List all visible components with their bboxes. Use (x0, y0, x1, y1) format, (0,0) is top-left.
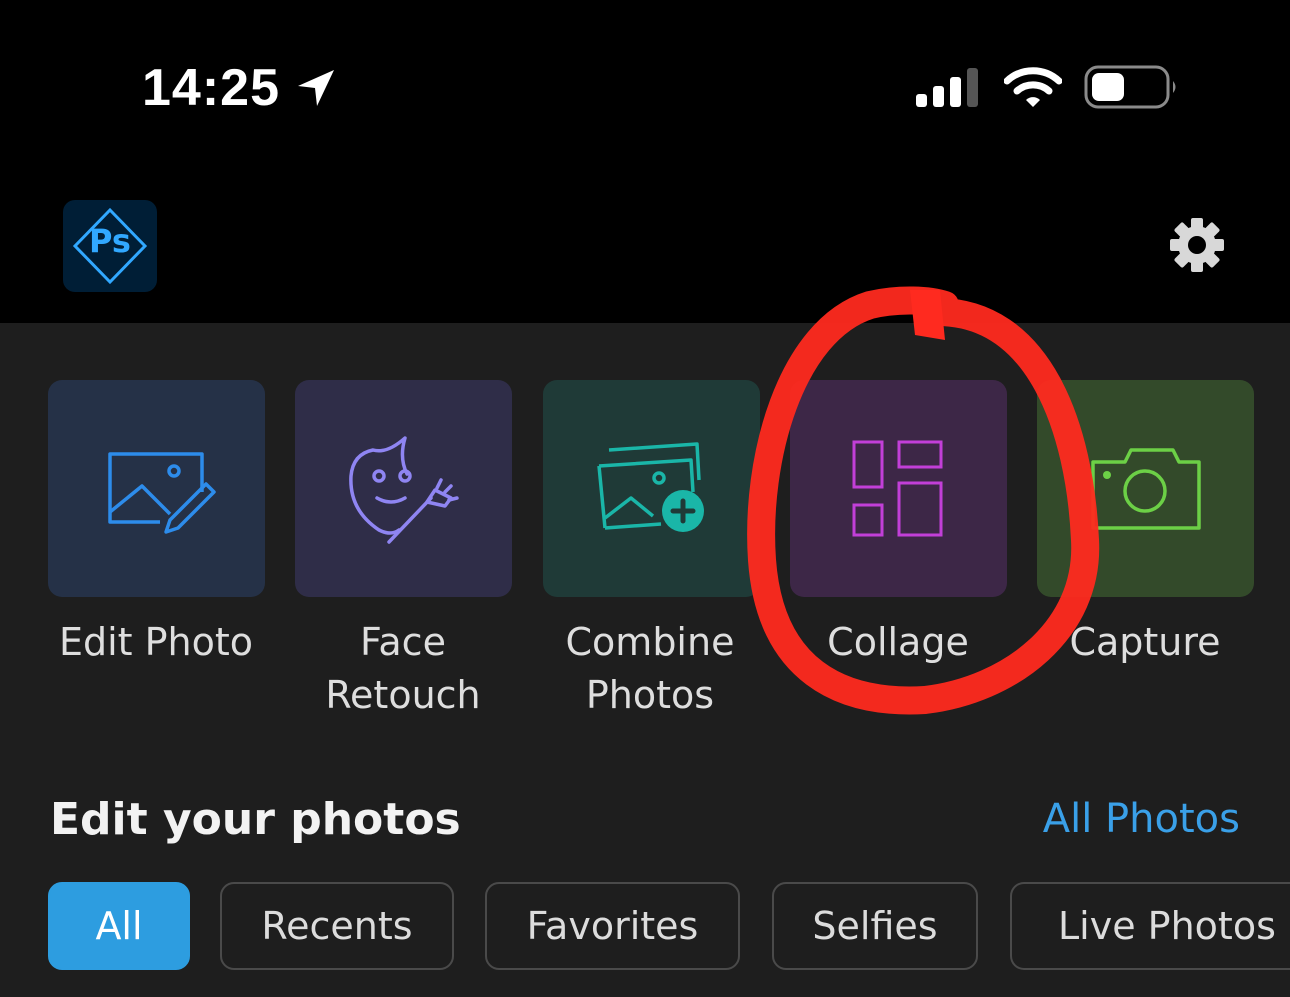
filter-chip-selfies[interactable]: Selfies (772, 882, 978, 970)
wifi-icon (1004, 67, 1062, 107)
edit-photo-tile[interactable] (48, 380, 265, 597)
tool-label-combine-photos: Combine Photos (565, 620, 735, 717)
edit-photo-icon (108, 452, 216, 534)
battery-icon (1084, 65, 1176, 109)
location-arrow-icon (298, 70, 334, 106)
face-retouch-tile[interactable] (295, 380, 512, 597)
gear-icon[interactable] (1166, 214, 1228, 276)
app-logo-text: Ps (89, 222, 131, 260)
tool-label-edit-photo: Edit Photo (58, 620, 254, 664)
all-photos-link[interactable]: All Photos (1043, 796, 1240, 842)
section-title: Edit your photos (50, 794, 461, 845)
tool-label-face-retouch: Face Retouch (325, 620, 481, 717)
filter-chip-favorites[interactable]: Favorites (485, 882, 740, 970)
face-retouch-icon (349, 436, 459, 544)
cellular-signal-icon (916, 68, 978, 107)
tool-label-capture: Capture (1069, 620, 1221, 664)
capture-tile[interactable] (1037, 380, 1254, 597)
filter-chip-live-photos[interactable]: Live Photos (1010, 882, 1290, 970)
combine-photos-icon (597, 442, 704, 532)
camera-icon (1091, 448, 1201, 530)
collage-tile[interactable] (790, 380, 1007, 597)
tool-label-collage: Collage (827, 620, 969, 664)
collage-icon (852, 440, 943, 537)
filter-chip-all[interactable]: All (48, 882, 190, 970)
top-app-bar: 14:25 Ps (0, 0, 1290, 323)
combine-photos-tile[interactable] (543, 380, 760, 597)
filter-chip-recents[interactable]: Recents (220, 882, 454, 970)
app-logo: Ps (63, 200, 157, 292)
status-time: 14:25 (142, 59, 280, 117)
